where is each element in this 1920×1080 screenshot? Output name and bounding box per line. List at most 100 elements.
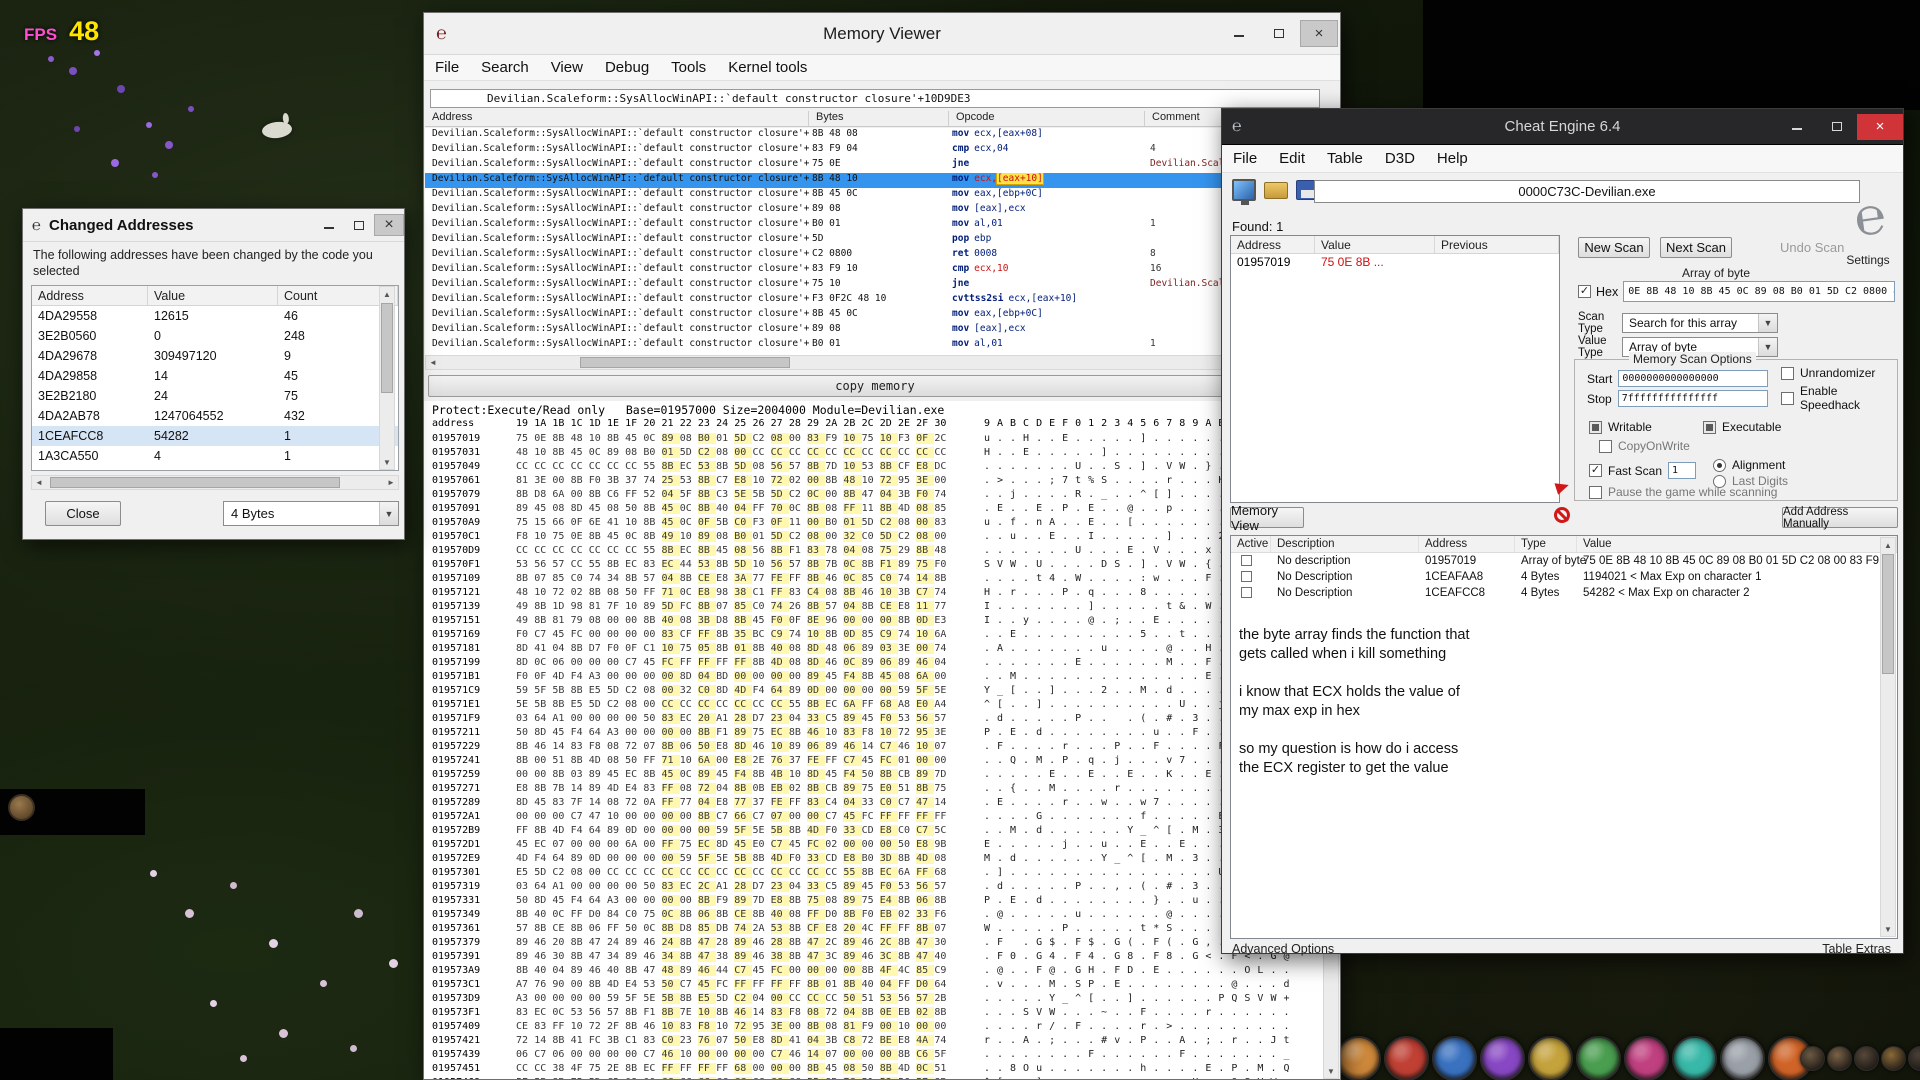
hex-byte[interactable]: 8B [662, 1007, 680, 1018]
hex-byte[interactable]: 50 [698, 741, 716, 752]
hex-byte[interactable]: 55 [643, 461, 661, 472]
hex-byte[interactable]: 8B [571, 755, 589, 766]
hex-byte[interactable]: 46 [534, 937, 552, 948]
hex-byte[interactable]: 8B [698, 503, 716, 514]
hex-byte[interactable]: 83 [571, 741, 589, 752]
scan-type-dropdown[interactable]: Search for this array ▼ [1622, 313, 1778, 333]
hex-byte[interactable]: 45 [552, 727, 570, 738]
hex-byte[interactable]: 8D [571, 503, 589, 514]
hex-byte[interactable]: 8B [807, 979, 825, 990]
hex-byte[interactable]: 74 [934, 1035, 952, 1046]
hex-byte[interactable]: 8B [571, 937, 589, 948]
hex-byte[interactable]: 00 [934, 475, 952, 486]
hex-byte[interactable]: 03 [880, 643, 898, 654]
hex-byte[interactable]: CC [571, 461, 589, 472]
hex-row[interactable]: 01957199 8D0C06000000C745FCFFFFFFFF8B4D0… [424, 657, 1323, 671]
hex-byte[interactable]: 57 [825, 601, 843, 612]
hex-byte[interactable]: 28 [771, 937, 789, 948]
hex-byte[interactable]: 75 [862, 433, 880, 444]
hex-byte[interactable]: 8B [789, 825, 807, 836]
hex-byte[interactable]: 0C [789, 503, 807, 514]
hex-byte[interactable]: 00 [643, 839, 661, 850]
hex-byte[interactable]: D8 [534, 489, 552, 500]
hex-byte[interactable]: 5F [734, 825, 752, 836]
hex-byte[interactable]: EC [534, 839, 552, 850]
hex-byte[interactable]: 0C [643, 923, 661, 934]
hex-byte[interactable]: FF [662, 783, 680, 794]
hex-byte[interactable]: 00 [516, 811, 534, 822]
hex-byte[interactable]: 8B [552, 699, 570, 710]
hex-byte[interactable]: 45 [662, 517, 680, 528]
hex-row[interactable]: 01957421 72148B41FC3BC183C023760750E88D4… [424, 1035, 1323, 1049]
hex-byte[interactable]: F0 [516, 629, 534, 640]
hex-row[interactable]: 019573A9 8B40048946408B4748894644C745FC0… [424, 965, 1323, 979]
hex-byte[interactable]: C7 [625, 657, 643, 668]
hex-byte[interactable]: 72 [698, 783, 716, 794]
hex-byte[interactable]: 40 [716, 503, 734, 514]
hex-byte[interactable]: 46 [862, 587, 880, 598]
hex-byte[interactable]: 89 [825, 741, 843, 752]
hex-byte[interactable]: 3A [734, 573, 752, 584]
hex-byte[interactable]: 2F [607, 1021, 625, 1032]
hex-byte[interactable]: 8B [589, 587, 607, 598]
hex-byte[interactable]: 08 [680, 615, 698, 626]
hex-byte[interactable]: F0 [916, 489, 934, 500]
hex-byte[interactable]: EC [825, 699, 843, 710]
hex-byte[interactable]: 8B [934, 895, 952, 906]
hex-byte[interactable]: 95 [898, 475, 916, 486]
result-row[interactable]: 01957019 75 0E 8B ... [1231, 254, 1559, 271]
hex-byte[interactable]: 2A [752, 923, 770, 934]
hex-byte[interactable]: 00 [516, 769, 534, 780]
hex-byte[interactable]: 03 [516, 713, 534, 724]
unrandomizer-checkbox[interactable] [1781, 367, 1794, 380]
hex-row[interactable]: 01957151 498B81790800008B40083BD88B45F00… [424, 615, 1323, 629]
hex-byte[interactable]: 0C [680, 587, 698, 598]
hex-byte[interactable]: E5 [589, 685, 607, 696]
hex-byte[interactable]: 04 [843, 797, 861, 808]
hex-byte[interactable]: 81 [589, 601, 607, 612]
hex-byte[interactable]: CC [752, 699, 770, 710]
hex-byte[interactable]: 46 [698, 965, 716, 976]
hex-byte[interactable]: 8B [843, 489, 861, 500]
hex-byte[interactable]: C0 [880, 573, 898, 584]
hex-byte[interactable]: A1 [552, 713, 570, 724]
hex-byte[interactable]: E4 [625, 783, 643, 794]
hex-byte[interactable]: 8D [516, 657, 534, 668]
hex-byte[interactable]: 89 [589, 783, 607, 794]
hex-byte[interactable]: CE [698, 573, 716, 584]
hex-byte[interactable]: 72 [516, 1035, 534, 1046]
hex-byte[interactable]: 85 [862, 629, 880, 640]
hex-byte[interactable]: B0 [734, 531, 752, 542]
hex-byte[interactable]: 08 [552, 503, 570, 514]
hex-byte[interactable]: 46 [643, 1021, 661, 1032]
hex-byte[interactable]: 53 [880, 1077, 898, 1079]
hex-byte[interactable]: 8B [843, 587, 861, 598]
hex-byte[interactable]: FF [916, 811, 934, 822]
address-list-row[interactable]: No Description 1CEAFCC8 4 Bytes 54282 < … [1231, 585, 1897, 601]
hex-byte[interactable]: 08 [643, 685, 661, 696]
hex-byte[interactable]: 46 [752, 951, 770, 962]
hex-byte[interactable]: FF [698, 657, 716, 668]
select-process-icon[interactable] [1232, 179, 1256, 201]
hex-byte[interactable]: 25 [662, 475, 680, 486]
hex-byte[interactable]: 90 [552, 979, 570, 990]
hex-byte[interactable]: 83 [643, 1035, 661, 1046]
hex-byte[interactable]: 8B [698, 545, 716, 556]
results-column-headers[interactable]: Address Value Previous [1231, 236, 1559, 254]
hex-byte[interactable]: E8 [752, 1035, 770, 1046]
hex-byte[interactable]: C7 [716, 475, 734, 486]
hex-byte[interactable]: 83 [552, 797, 570, 808]
hex-byte[interactable]: E8 [898, 1035, 916, 1046]
hex-byte[interactable]: 8B [662, 741, 680, 752]
hex-byte[interactable]: 0E [880, 1007, 898, 1018]
note-line[interactable]: i know that ECX holds the value of [1239, 683, 1873, 702]
hex-byte[interactable]: 49 [662, 531, 680, 542]
hex-byte[interactable]: 5E [934, 685, 952, 696]
hex-byte[interactable]: 83 [771, 1007, 789, 1018]
hex-byte[interactable]: CC [807, 993, 825, 1004]
hex-byte[interactable]: 89 [625, 951, 643, 962]
hex-byte[interactable]: 8B [589, 531, 607, 542]
hex-byte[interactable]: 8B [807, 1021, 825, 1032]
hex-byte[interactable]: 3E [534, 475, 552, 486]
hex-byte[interactable]: 46 [898, 741, 916, 752]
